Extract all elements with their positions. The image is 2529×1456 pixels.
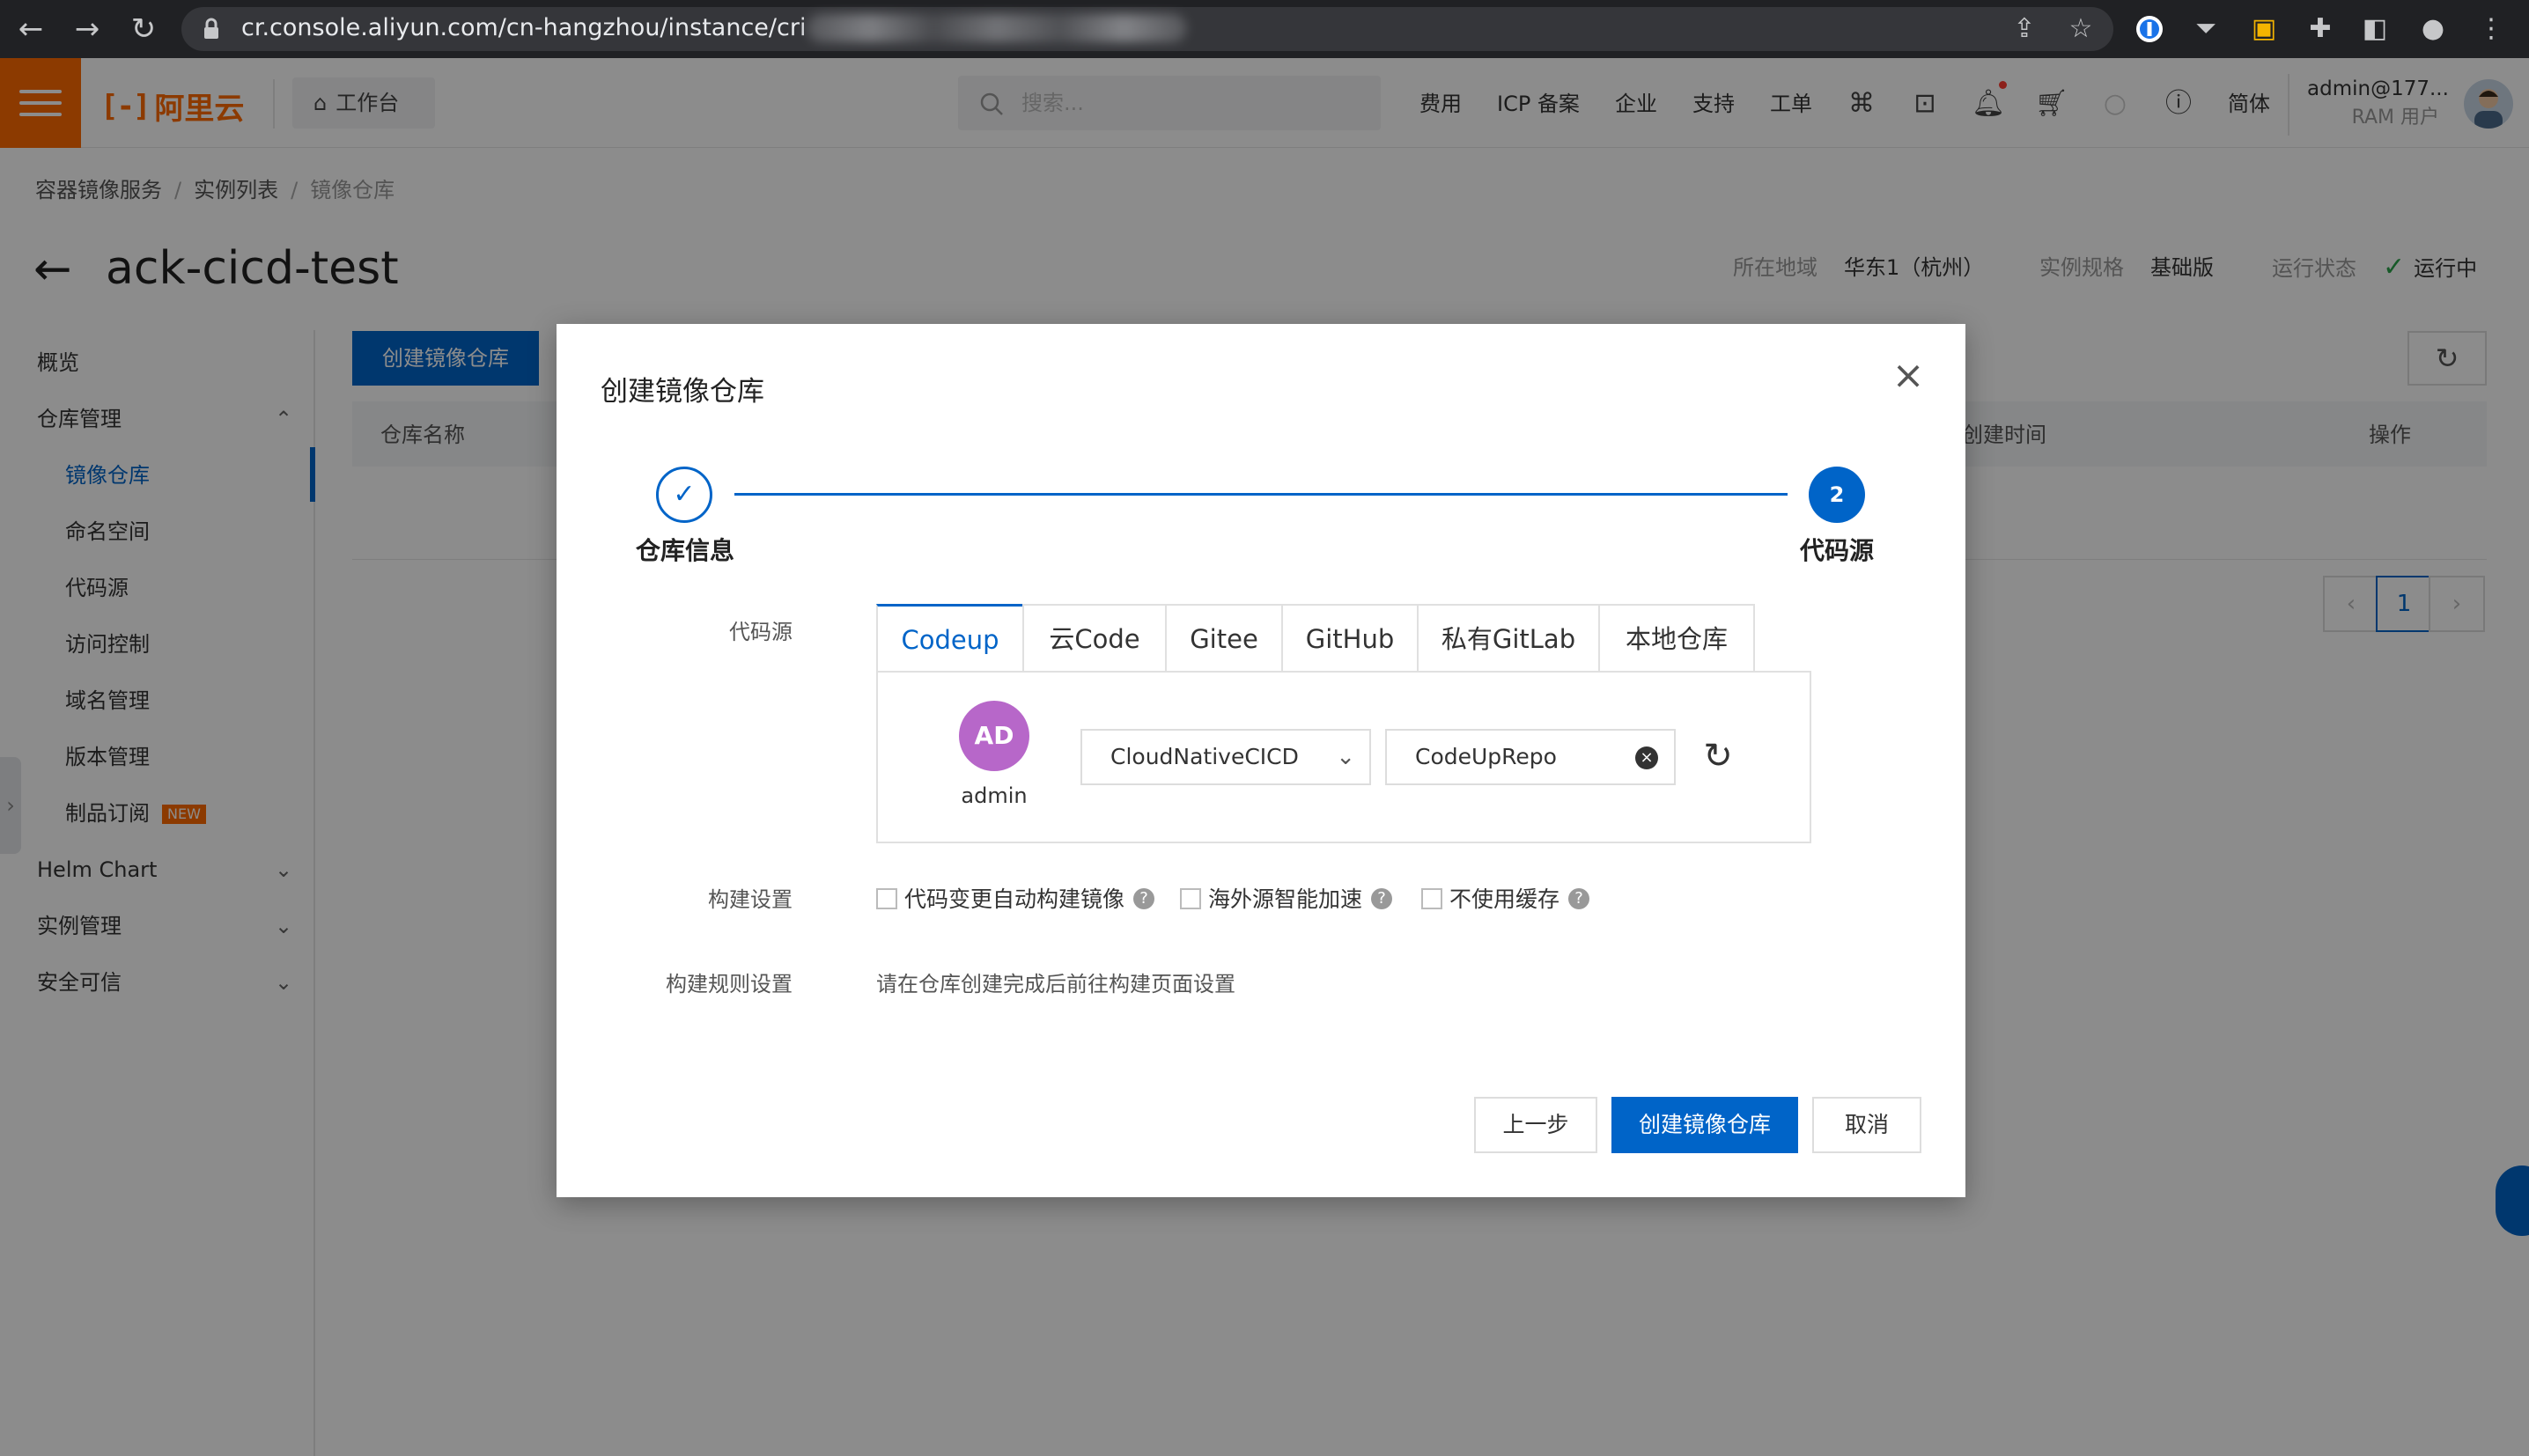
reload-icon[interactable]: ↻ <box>122 7 166 51</box>
repository-select[interactable]: CodeUpRepo × <box>1385 729 1676 785</box>
tab-codeup[interactable]: Codeup <box>876 604 1024 673</box>
build-rule-hint: 请在仓库创建完成后前往构建页面设置 <box>876 972 1235 996</box>
profile-icon[interactable]: ● <box>2415 11 2452 48</box>
filter-extension-icon[interactable]: ⏷ <box>2187 11 2224 48</box>
help-icon: ? <box>1371 888 1393 909</box>
url-redacted <box>807 14 1187 42</box>
step-2-label: 代码源 <box>1800 536 1875 565</box>
overseas-acceleration-checkbox[interactable]: 海外源智能加速? <box>1180 886 1393 914</box>
refresh-icon[interactable]: ↻ <box>1698 736 1738 776</box>
help-icon: ? <box>1568 888 1590 909</box>
build-settings-label: 构建设置 <box>708 887 793 912</box>
tab-github[interactable]: GitHub <box>1281 604 1419 673</box>
organization-select[interactable]: CloudNativeCICD ⌄ <box>1080 729 1371 785</box>
browser-menu-icon[interactable]: ⋮ <box>2473 11 2510 48</box>
help-icon: ? <box>1133 888 1155 909</box>
no-cache-checkbox[interactable]: 不使用缓存? <box>1421 886 1590 914</box>
extensions-puzzle-icon[interactable]: ✚ <box>2302 11 2339 48</box>
share-icon[interactable]: ⇪ <box>2006 11 2043 48</box>
extension-icon[interactable]: ▣ <box>2245 11 2282 48</box>
build-rule-label: 构建规则设置 <box>666 972 793 996</box>
previous-step-button[interactable]: 上一步 <box>1474 1097 1597 1153</box>
lock-icon <box>203 18 220 40</box>
tab-private-gitlab[interactable]: 私有GitLab <box>1417 604 1600 673</box>
account-avatar: AD <box>959 701 1029 771</box>
step-progress-line <box>734 493 1788 496</box>
forward-icon[interactable]: → <box>65 7 109 51</box>
bookmark-star-icon[interactable]: ☆ <box>2062 11 2099 48</box>
dialog-title: 创建镜像仓库 <box>601 376 764 408</box>
step-2-indicator: 2 <box>1809 467 1865 523</box>
close-icon[interactable]: × <box>1886 354 1930 398</box>
checkbox-box <box>1421 888 1442 909</box>
step-1-label: 仓库信息 <box>636 536 735 565</box>
tab-gitee[interactable]: Gitee <box>1165 604 1283 673</box>
clear-icon[interactable]: × <box>1635 746 1658 769</box>
create-repo-submit-button[interactable]: 创建镜像仓库 <box>1611 1097 1798 1153</box>
url-text: cr.console.aliyun.com/cn-hangzhou/instan… <box>241 14 807 41</box>
checkbox-box <box>1180 888 1201 909</box>
chevron-down-icon: ⌄ <box>1336 744 1355 770</box>
account-name: admin <box>961 783 1028 808</box>
tab-yuncode[interactable]: 云Code <box>1022 604 1167 673</box>
password-manager-icon[interactable] <box>2131 11 2168 48</box>
source-label: 代码源 <box>729 620 793 644</box>
checkbox-box <box>876 888 897 909</box>
back-icon[interactable]: ← <box>9 7 53 51</box>
cancel-button[interactable]: 取消 <box>1812 1097 1921 1153</box>
auto-build-checkbox[interactable]: 代码变更自动构建镜像? <box>876 886 1155 914</box>
step-complete-check-icon: ✓ <box>656 467 712 523</box>
tab-local-repo[interactable]: 本地仓库 <box>1598 604 1755 673</box>
side-panel-icon[interactable]: ◧ <box>2356 11 2393 48</box>
